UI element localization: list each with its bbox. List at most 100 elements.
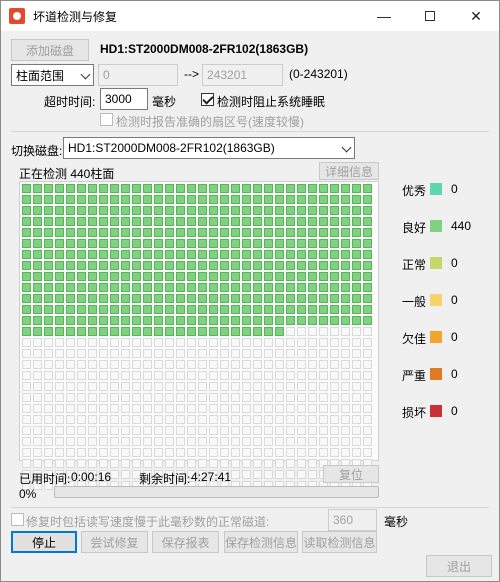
elapsed-value: 0:00:16 (71, 470, 112, 484)
scan-block (198, 228, 207, 237)
scan-block (165, 228, 174, 237)
scan-block (55, 228, 64, 237)
add-disk-button[interactable]: 添加磁盘 (11, 39, 89, 61)
range-end-input[interactable]: 243201 (202, 64, 283, 86)
scan-block (253, 360, 262, 369)
scan-block (154, 415, 163, 424)
repair-slow-unit: 毫秒 (384, 515, 409, 529)
scan-block (352, 448, 361, 457)
reset-button[interactable]: 复位 (323, 465, 379, 483)
scan-block (77, 382, 86, 391)
scan-block (121, 294, 130, 303)
legend-swatch (430, 220, 442, 232)
range-mode-value: 柱面范围 (16, 68, 65, 83)
legend-swatch (430, 183, 442, 195)
scan-block (187, 272, 196, 281)
maximize-button[interactable] (407, 1, 453, 31)
scan-block (88, 349, 97, 358)
scan-block (55, 437, 64, 446)
scan-block (165, 415, 174, 424)
scan-block (297, 217, 306, 226)
exit-button[interactable]: 退出 (426, 555, 492, 577)
scan-block (88, 305, 97, 314)
scan-block (341, 360, 350, 369)
scan-block (286, 371, 295, 380)
scan-block (297, 448, 306, 457)
scan-block (143, 228, 152, 237)
scan-block (66, 294, 75, 303)
scan-block (264, 261, 273, 270)
scan-block (198, 382, 207, 391)
scan-block (253, 195, 262, 204)
report-sector-checkbox[interactable] (100, 113, 113, 126)
scan-block (209, 305, 218, 314)
repair-slow-label: 修复时包括读写速度慢于此毫秒数的正常磁道: (26, 515, 270, 529)
detail-info-button[interactable]: 详细信息 (319, 162, 379, 180)
scan-block (220, 305, 229, 314)
scan-block (121, 305, 130, 314)
block-sleep-checkbox[interactable] (201, 93, 214, 106)
scan-block (88, 404, 97, 413)
scan-block (319, 261, 328, 270)
save-info-button[interactable]: 保存检测信息 (224, 531, 298, 553)
scan-block (33, 217, 42, 226)
scan-block (22, 250, 31, 259)
scan-block (110, 272, 119, 281)
scan-block (198, 283, 207, 292)
scan-block (99, 184, 108, 193)
scan-block (121, 184, 130, 193)
scan-block (110, 283, 119, 292)
scan-block (341, 305, 350, 314)
scan-block (110, 393, 119, 402)
scan-block (209, 327, 218, 336)
timeout-input[interactable]: 3000 (100, 88, 148, 110)
scan-block (242, 371, 251, 380)
range-start-input[interactable]: 0 (98, 64, 178, 86)
scan-block (77, 195, 86, 204)
range-mode-select[interactable]: 柱面范围 (11, 64, 94, 86)
scan-block (132, 305, 141, 314)
legend-count: 0 (451, 330, 458, 344)
scan-block (44, 371, 53, 380)
scan-block (88, 272, 97, 281)
scan-block (198, 327, 207, 336)
scan-block (66, 382, 75, 391)
scan-block (264, 349, 273, 358)
scan-block (363, 382, 372, 391)
stop-button[interactable]: 停止 (11, 531, 77, 553)
scan-block (55, 404, 64, 413)
repair-slow-input[interactable]: 360 (328, 509, 377, 531)
save-report-button[interactable]: 保存报表 (152, 531, 219, 553)
scan-block (275, 437, 284, 446)
scan-block (209, 360, 218, 369)
scan-block (242, 261, 251, 270)
legend-swatch (430, 257, 442, 269)
scan-block (198, 448, 207, 457)
scan-block (88, 393, 97, 402)
scan-block (176, 437, 185, 446)
scan-block (264, 316, 273, 325)
scan-block (132, 250, 141, 259)
scan-block (77, 305, 86, 314)
close-button[interactable]: ✕ (453, 1, 499, 31)
scan-block (264, 371, 273, 380)
scan-block (308, 360, 317, 369)
scan-block (275, 228, 284, 237)
scan-block (176, 206, 185, 215)
minimize-button[interactable]: — (361, 1, 407, 31)
switch-disk-select[interactable]: HD1:ST2000DM008-2FR102(1863GB) (63, 137, 355, 159)
scan-block (44, 272, 53, 281)
try-repair-button[interactable]: 尝试修复 (81, 531, 148, 553)
scan-block (77, 228, 86, 237)
scan-block (66, 338, 75, 347)
scan-block (44, 393, 53, 402)
scan-block (297, 338, 306, 347)
scan-block (77, 316, 86, 325)
scan-block (132, 448, 141, 457)
scan-block (209, 250, 218, 259)
scan-block (363, 448, 372, 457)
read-info-button[interactable]: 读取检测信息 (302, 531, 377, 553)
scan-block (231, 283, 240, 292)
scan-block (308, 283, 317, 292)
repair-slow-checkbox[interactable] (11, 513, 24, 526)
